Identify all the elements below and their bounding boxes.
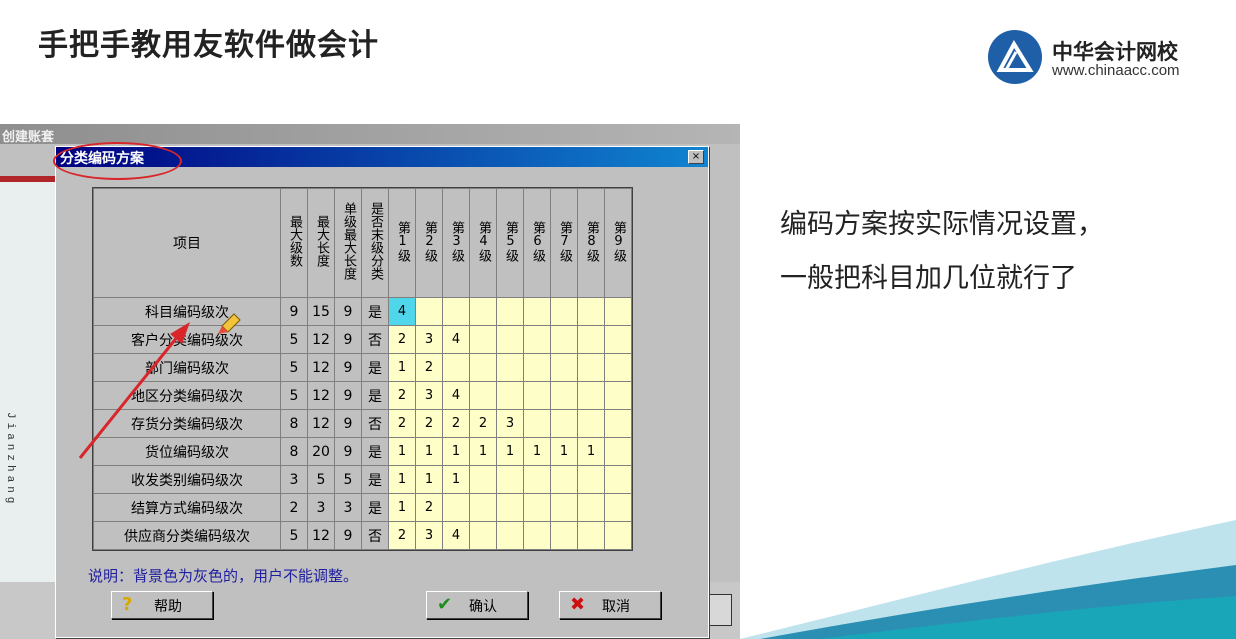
pencil-icon bbox=[218, 313, 241, 334]
annotation-arrow bbox=[78, 313, 241, 459]
